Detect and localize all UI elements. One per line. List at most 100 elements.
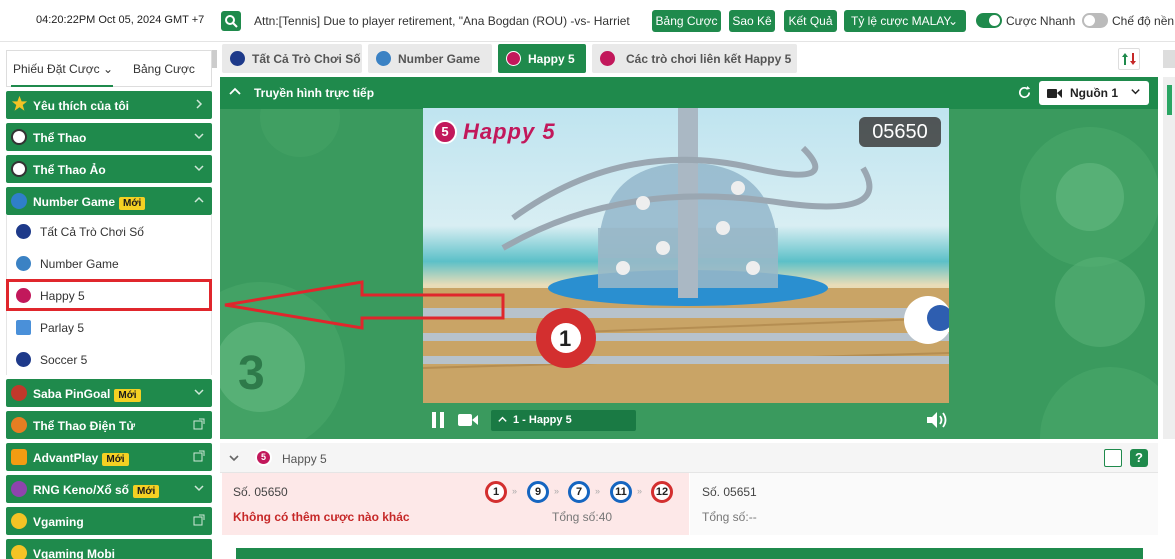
sidebar-item-label: Number Game Mới: [33, 195, 146, 210]
info-title: Happy 5: [282, 452, 327, 466]
sidebar-item-rng-keno[interactable]: RNG Keno/Xổ số Mới: [6, 475, 212, 503]
sidebar-item-vgaming[interactable]: Vgaming: [6, 507, 212, 535]
sidebar-item-number-game[interactable]: Number Game Mới: [6, 187, 212, 215]
sidebar-item-advantplay[interactable]: AdvantPlay Mới: [6, 443, 212, 471]
next-total: Tổng số:--: [702, 510, 757, 524]
submenu-soccer-5[interactable]: Soccer 5: [6, 343, 212, 375]
odds-type-select[interactable]: Tỷ lệ cược MALAY ⌄: [844, 10, 966, 32]
happy5-icon: [506, 51, 521, 66]
sidebar-item-sports[interactable]: Thể Thao: [6, 123, 212, 151]
number-ball-icon: [11, 193, 27, 209]
chevron-up-icon: [497, 414, 508, 428]
tab-happy-5[interactable]: Happy 5: [498, 44, 586, 73]
svg-text:1: 1: [559, 326, 571, 351]
pingoal-icon: [11, 385, 27, 401]
sort-toggle-button[interactable]: [1118, 48, 1140, 70]
episode-select[interactable]: 1 - Happy 5: [491, 410, 636, 431]
search-icon: [225, 15, 238, 28]
current-draw-panel: Số. 05650 Không có thêm cược nào khác 1 …: [222, 473, 689, 535]
right-scrollbar-top[interactable]: [1163, 50, 1175, 68]
tab-label: Các trò chơi liên kết Happy 5: [626, 52, 792, 66]
parlay-icon: [16, 320, 31, 335]
sidebar-item-vgaming-mobi[interactable]: Vgaming Mobi: [6, 539, 212, 559]
submenu-number-game[interactable]: Number Game: [6, 247, 212, 279]
video-player[interactable]: 1 5 Happy 5 05650: [423, 108, 949, 403]
new-badge: Mới: [102, 453, 129, 466]
search-button[interactable]: [221, 11, 241, 31]
sidebar-item-esports[interactable]: Thể Thao Điện Tử: [6, 411, 212, 439]
tab-label: Tất Cả Trò Chơi Số: [252, 52, 361, 66]
keno-label: RNG Keno/Xổ số: [33, 483, 130, 497]
game-info-bar: 5 Happy 5 ?: [220, 443, 1158, 473]
left-sidebar: Phiếu Đặt Cược ⌄ Bảng Cược Yêu thích của…: [6, 50, 212, 559]
happy5-icon: 5: [255, 449, 272, 466]
svg-text:3: 3: [238, 347, 265, 400]
submenu-label: Happy 5: [40, 289, 85, 303]
esports-icon: [11, 417, 27, 433]
result-ball: 9: [527, 481, 549, 503]
results-button[interactable]: Kết Quả: [784, 10, 837, 32]
game-tabs: Tất Cả Trò Chơi Số Number Game Happy 5 C…: [222, 44, 1162, 74]
camera-switch-icon[interactable]: [457, 412, 479, 431]
submenu-parlay-5[interactable]: Parlay 5: [6, 311, 212, 343]
soccer5-icon: [16, 352, 31, 367]
statement-button[interactable]: Sao Kê: [729, 10, 775, 32]
source-select[interactable]: Nguồn 1: [1039, 81, 1149, 105]
vgaming-icon: [11, 513, 27, 529]
pause-icon[interactable]: [431, 411, 445, 432]
no-more-bets-text: Không có thêm cược nào khác: [233, 510, 410, 524]
new-badge: Mới: [133, 485, 160, 498]
result-ball: 12: [651, 481, 673, 503]
live-stream-panel: 3 Truyền hình trực tiếp Nguồn 1 1 5 Happ…: [220, 77, 1158, 439]
top-bar: 04:20:22PM Oct 05, 2024 GMT +7 Attn:[Ten…: [0, 0, 1175, 42]
live-stream-header: Truyền hình trực tiếp Nguồn 1: [220, 77, 1158, 109]
tab-bet-slip[interactable]: Phiếu Đặt Cược ⌄: [13, 62, 113, 76]
bet-list-button[interactable]: Bảng Cược: [652, 10, 721, 32]
quick-bet-toggle[interactable]: [976, 13, 1002, 28]
sidebar-item-saba-pingoal[interactable]: Saba PinGoal Mới: [6, 379, 212, 407]
next-draw-panel: Số. 05651 Tổng số:--: [690, 473, 1158, 535]
bet-slip-label: Phiếu Đặt Cược: [13, 62, 100, 76]
number-game-icon: [376, 51, 391, 66]
draw-counter: 05650: [859, 117, 941, 147]
live-stream-title: Truyền hình trực tiếp: [254, 86, 375, 100]
help-icon[interactable]: ?: [1130, 449, 1148, 467]
chevron-down-icon[interactable]: [228, 452, 240, 467]
external-link-icon: [193, 450, 205, 462]
chevron-down-icon: [193, 386, 205, 398]
volume-icon[interactable]: [926, 411, 948, 432]
tab-bet-list[interactable]: Bảng Cược: [133, 62, 195, 76]
refresh-icon[interactable]: [1017, 85, 1032, 103]
collapse-icon[interactable]: [228, 85, 242, 102]
background-mode-label: Chế độ nền: [1112, 14, 1175, 28]
result-ball: 11: [610, 481, 632, 503]
background-mode-toggle[interactable]: [1082, 13, 1108, 28]
video-frame-art: 1: [423, 108, 949, 403]
annotation-arrow: [224, 280, 505, 330]
tab-all-number-games[interactable]: Tất Cả Trò Chơi Số: [222, 44, 362, 73]
sidebar-item-label: Thể Thao: [33, 131, 87, 145]
sidebar-item-label: RNG Keno/Xổ số Mới: [33, 483, 160, 498]
tab-label: Happy 5: [528, 52, 575, 66]
left-scrollbar[interactable]: [212, 50, 217, 68]
chevron-down-icon: [193, 482, 205, 494]
right-scrollbar[interactable]: [1163, 77, 1175, 439]
sidebar-item-virtual-sports[interactable]: Thể Thao Ảo: [6, 155, 212, 183]
announcement-ticker[interactable]: Attn:[Tennis] Due to player retirement, …: [254, 14, 644, 28]
submenu-happy-5[interactable]: Happy 5: [6, 279, 212, 311]
bet-history-icon[interactable]: [1104, 449, 1122, 467]
new-badge: Mới: [119, 197, 146, 210]
advantplay-label: AdvantPlay: [33, 451, 99, 465]
sidebar-item-label: Vgaming: [33, 515, 84, 529]
chevron-down-icon: [193, 130, 205, 142]
happy5-icon: [16, 288, 31, 303]
tab-linked-happy-5[interactable]: Các trò chơi liên kết Happy 5: [592, 44, 797, 73]
submenu-label: Soccer 5: [40, 353, 88, 367]
submenu-all-number-games[interactable]: Tất Cả Trò Chơi Số: [6, 215, 212, 247]
tab-number-game[interactable]: Number Game: [368, 44, 492, 73]
sidebar-item-favorites[interactable]: Yêu thích của tôi: [6, 91, 212, 119]
star-icon: [11, 95, 28, 111]
linked-games-icon: [600, 51, 615, 66]
right-scrollbar-thumb[interactable]: [1167, 85, 1172, 115]
advantplay-icon: [11, 449, 27, 465]
